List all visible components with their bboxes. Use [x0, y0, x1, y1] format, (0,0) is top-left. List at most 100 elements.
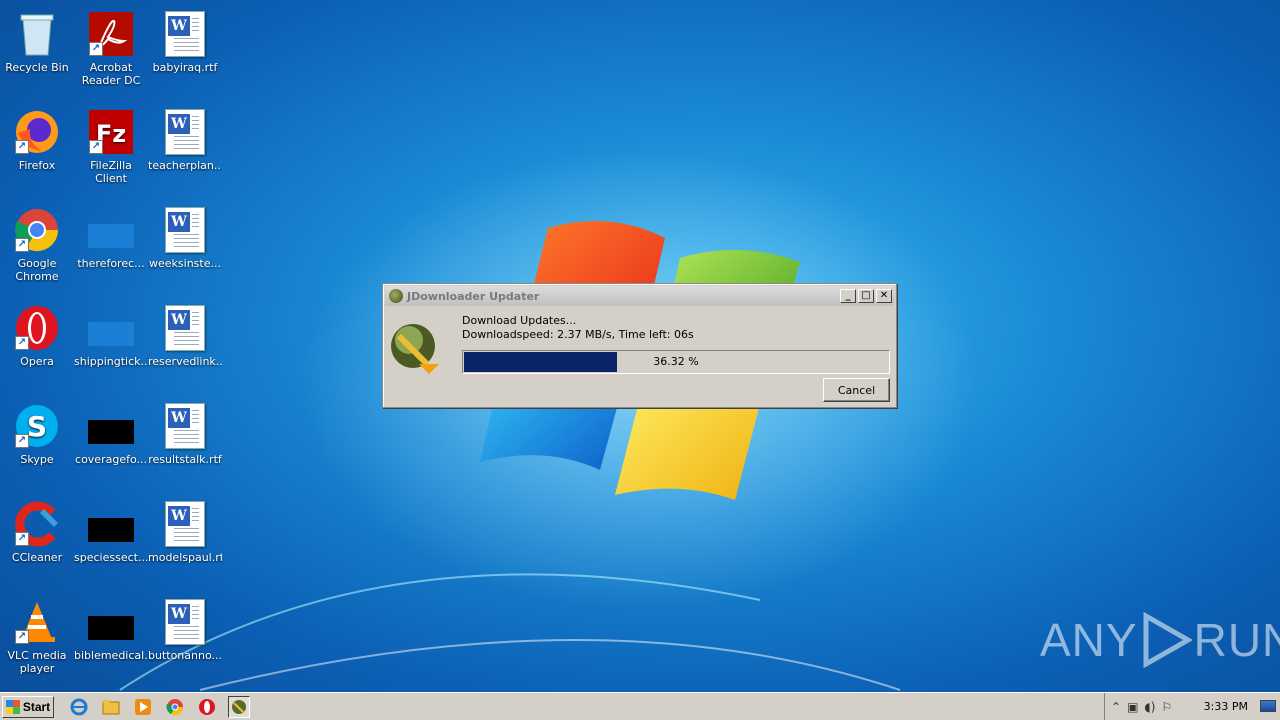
- desktop-icon-modelspaul[interactable]: W modelspaul.rtf: [148, 494, 222, 584]
- desktop-icon-label: shippingtick...: [74, 355, 148, 368]
- shortcut-arrow-icon: ↗: [15, 532, 29, 546]
- desktop-icon-coveragefo[interactable]: coveragefo...: [74, 396, 148, 486]
- shortcut-arrow-icon: ↗: [15, 336, 29, 350]
- shortcut-arrow-icon: ↗: [15, 140, 29, 154]
- desktop-icon-label: VLC media player: [7, 649, 67, 675]
- jdownloader-logo-icon: [391, 324, 439, 374]
- dialog-title: JDownloader Updater: [407, 289, 540, 303]
- acrobat-icon: ↗: [87, 10, 135, 58]
- desktop-icon-opera[interactable]: ↗ Opera: [0, 298, 74, 388]
- desktop-icon-recycle-bin[interactable]: Recycle Bin: [0, 4, 74, 94]
- file-icon: [87, 500, 135, 548]
- vlc-icon: ↗: [13, 598, 61, 646]
- desktop-icon-label: CCleaner: [11, 551, 63, 564]
- chrome-taskbar-icon[interactable]: [164, 696, 186, 718]
- chrome-icon: ↗: [13, 206, 61, 254]
- desktop-icon-label: Opera: [20, 355, 54, 368]
- chevron-up-icon[interactable]: ⌃: [1111, 700, 1121, 714]
- desktop-icon-filezilla[interactable]: Fz ↗ FileZilla Client: [74, 102, 148, 192]
- desktop-icon-label: thereforec...: [77, 257, 145, 270]
- desktop-icon-label: weeksinste...: [149, 257, 221, 270]
- maximize-button[interactable]: □: [858, 289, 874, 303]
- watermark-right-text: RUN: [1193, 614, 1280, 666]
- dialog-titlebar[interactable]: JDownloader Updater _ □ ✕: [385, 286, 894, 306]
- skype-icon: S ↗: [13, 402, 61, 450]
- desktop-icon-label: Skype: [20, 453, 54, 466]
- desktop-icon-label: biblemedical...: [74, 649, 148, 662]
- shortcut-arrow-icon: ↗: [15, 434, 29, 448]
- desktop-icon-buttonanno[interactable]: W buttonanno...: [148, 592, 222, 682]
- desktop-icon-google-chrome[interactable]: ↗ Google Chrome: [0, 200, 74, 290]
- desktop-icon-label: babyiraq.rtf: [152, 61, 218, 74]
- media-player-icon[interactable]: [132, 696, 154, 718]
- desktop-icon-vlc[interactable]: ↗ VLC media player: [0, 592, 74, 682]
- shortcut-arrow-icon: ↗: [15, 630, 29, 644]
- shortcut-arrow-icon: ↗: [89, 140, 103, 154]
- taskbar: Start ⌃ ▣ ◖) ⚐ 3:33 PM: [0, 692, 1280, 720]
- jdownloader-updater-dialog: JDownloader Updater _ □ ✕ Download Updat…: [382, 283, 897, 408]
- desktop-icon-thereforec[interactable]: thereforec...: [74, 200, 148, 290]
- flag-icon[interactable]: ⚐: [1161, 700, 1172, 714]
- desktop-icon-resultstalk[interactable]: W resultstalk.rtf: [148, 396, 222, 486]
- desktop-icon-label: teacherplan...: [148, 159, 222, 172]
- ccleaner-icon: ↗: [13, 500, 61, 548]
- desktop-icon-ccleaner[interactable]: ↗ CCleaner: [0, 494, 74, 584]
- desktop-icon-reservedlink[interactable]: W reservedlink...: [148, 298, 222, 388]
- show-desktop-icon[interactable]: [1260, 700, 1276, 712]
- word-document-icon: W: [161, 598, 209, 646]
- desktop-icon-biblemedical[interactable]: biblemedical...: [74, 592, 148, 682]
- word-document-icon: W: [161, 206, 209, 254]
- word-document-icon: W: [161, 108, 209, 156]
- desktop-icon-label: resultstalk.rtf: [148, 453, 222, 466]
- file-icon: [87, 598, 135, 646]
- anyrun-watermark: ANY RUN: [1040, 612, 1280, 668]
- cancel-button[interactable]: Cancel: [823, 378, 890, 402]
- internet-explorer-icon[interactable]: [68, 696, 90, 718]
- desktop-icon-acrobat-reader[interactable]: ↗ Acrobat Reader DC: [74, 4, 148, 94]
- start-button[interactable]: Start: [2, 695, 54, 718]
- desktop-icon-label: FileZilla Client: [90, 159, 132, 185]
- recycle-bin-icon: [13, 10, 61, 58]
- file-icon: [87, 206, 135, 254]
- system-tray: ⌃ ▣ ◖) ⚐ 3:33 PM: [1104, 693, 1280, 720]
- desktop-icon-label: Recycle Bin: [5, 61, 69, 74]
- shortcut-arrow-icon: ↗: [15, 238, 29, 252]
- file-explorer-icon[interactable]: [100, 696, 122, 718]
- desktop-icon-label: modelspaul.rtf: [148, 551, 222, 564]
- shortcut-arrow-icon: ↗: [89, 42, 103, 56]
- minimize-button[interactable]: _: [840, 289, 856, 303]
- network-icon[interactable]: ▣: [1127, 700, 1138, 714]
- desktop-icon-label: Acrobat Reader DC: [81, 61, 141, 87]
- start-label: Start: [22, 699, 51, 714]
- desktop-icon-firefox[interactable]: ↗ Firefox: [0, 102, 74, 192]
- desktop-icon-speciessect[interactable]: speciessect...: [74, 494, 148, 584]
- desktop-icon-label: speciessect...: [74, 551, 148, 564]
- windows-flag-icon: [5, 699, 20, 714]
- volume-icon[interactable]: ◖): [1144, 700, 1155, 714]
- desktop-icon-skype[interactable]: S ↗ Skype: [0, 396, 74, 486]
- quick-launch: [68, 695, 250, 718]
- desktop-icon-teacherplan[interactable]: W teacherplan...: [148, 102, 222, 192]
- desktop-icon-label: reservedlink...: [148, 355, 222, 368]
- svg-text:S: S: [27, 410, 47, 443]
- file-icon: [87, 304, 135, 352]
- jdownloader-icon: [389, 289, 403, 303]
- desktop-icon-shippingtick[interactable]: shippingtick...: [74, 298, 148, 388]
- word-document-icon: W: [161, 304, 209, 352]
- word-document-icon: W: [161, 402, 209, 450]
- download-status-text: Download Updates...: [462, 314, 577, 327]
- play-icon: [1143, 612, 1192, 668]
- close-button[interactable]: ✕: [876, 289, 892, 303]
- desktop-icon-label: coveragefo...: [75, 453, 147, 466]
- opera-icon: ↗: [13, 304, 61, 352]
- clock[interactable]: 3:33 PM: [1204, 700, 1248, 713]
- desktop-icon-weeksinste[interactable]: W weeksinste...: [148, 200, 222, 290]
- firefox-icon: ↗: [13, 108, 61, 156]
- opera-taskbar-icon[interactable]: [196, 696, 218, 718]
- progress-percent-text: 36.32 %: [653, 355, 699, 368]
- word-document-icon: W: [161, 500, 209, 548]
- download-speed-text: Downloadspeed: 2.37 MB/s, Time left: 06s: [462, 328, 694, 341]
- jdownloader-taskbar-icon[interactable]: [228, 695, 250, 718]
- file-icon: [87, 402, 135, 450]
- desktop-icon-babyiraq[interactable]: W babyiraq.rtf: [148, 4, 222, 94]
